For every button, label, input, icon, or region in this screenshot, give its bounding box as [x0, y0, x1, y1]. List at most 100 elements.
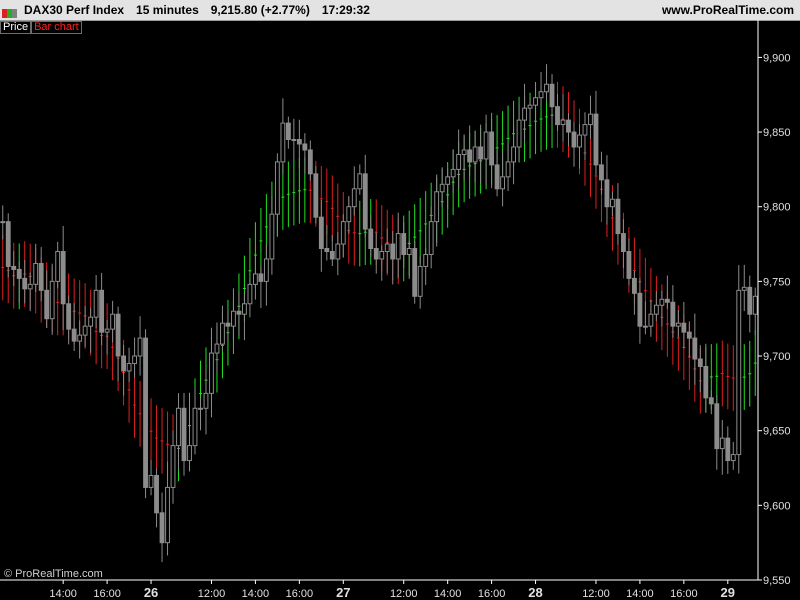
candle-body — [412, 248, 418, 297]
candle-body — [192, 407, 198, 447]
candle-body — [285, 122, 291, 141]
candle-body — [231, 310, 236, 327]
candle-body — [549, 83, 555, 108]
candle-body — [126, 362, 132, 372]
candle-body — [516, 119, 522, 148]
candle-body — [450, 168, 456, 178]
x-tick-label: 14:00 — [49, 588, 77, 600]
y-tick-label: 9,900 — [763, 52, 791, 64]
candle-body — [703, 365, 709, 399]
candle-body — [670, 301, 676, 327]
candle-body — [599, 164, 604, 181]
candle-body — [181, 407, 187, 462]
candle-body — [362, 173, 368, 230]
candle-body — [439, 183, 445, 193]
y-tick-label: 9,600 — [763, 500, 791, 512]
candle-body — [401, 233, 407, 255]
candle-body — [648, 313, 654, 327]
candle-body — [132, 355, 137, 364]
candle-body — [686, 331, 692, 339]
candle-body — [346, 206, 352, 223]
y-tick-label: 9,700 — [763, 351, 791, 363]
candle-body — [33, 262, 39, 285]
x-tick-label: 16:00 — [93, 588, 121, 600]
candle-body — [505, 161, 511, 178]
x-tick-label: 14:00 — [434, 588, 462, 600]
candle-body — [395, 233, 401, 260]
candle-body — [165, 486, 170, 544]
candle-body — [379, 251, 385, 260]
candle-body — [236, 310, 242, 315]
candle-body — [522, 107, 527, 121]
candle-body — [588, 113, 593, 126]
candle-body — [533, 97, 538, 106]
candle-body — [242, 303, 247, 315]
candle-body — [137, 337, 143, 357]
candle-body — [741, 286, 747, 291]
candle-body — [220, 322, 225, 345]
price-chart[interactable]: 9,550 9,600 9,650 9,700 9,750 9,800 9,850 9,900… — [0, 0, 800, 600]
candle-body — [384, 243, 390, 253]
candle-body — [428, 221, 434, 255]
candle-body — [318, 216, 324, 250]
y-tick-label: 9,750 — [763, 276, 791, 288]
candle-body — [104, 328, 110, 333]
candle-body — [176, 407, 181, 447]
y-tick-label: 9,800 — [763, 202, 791, 214]
x-tick-label: 27 — [336, 585, 350, 600]
candle-body — [610, 198, 615, 208]
candle-body — [0, 221, 6, 224]
candle-body — [571, 131, 577, 148]
x-tick-label: 16:00 — [478, 588, 506, 600]
y-tick-label: 9,850 — [763, 127, 791, 139]
candle-body — [291, 139, 297, 142]
candle-body — [566, 119, 571, 133]
candle-body — [203, 392, 209, 409]
candle-body — [307, 149, 313, 175]
candle-body — [263, 258, 269, 282]
candle-body — [730, 454, 736, 462]
candle-body — [121, 355, 127, 372]
candle-body — [159, 512, 165, 544]
candle-body — [719, 437, 725, 450]
candle-body — [478, 146, 484, 160]
candle-body — [187, 445, 192, 462]
candle-body — [313, 173, 319, 218]
candle-body — [714, 403, 720, 450]
candle-body — [500, 176, 506, 190]
x-tick-label: 16:00 — [670, 588, 698, 600]
candle-body — [697, 358, 703, 367]
candle-body — [340, 221, 346, 245]
candle-body — [373, 248, 379, 260]
candle-body — [604, 179, 610, 208]
candle-body — [390, 243, 396, 260]
candle-body — [258, 273, 264, 282]
candle-body — [115, 313, 121, 357]
candle-body — [423, 253, 429, 267]
candle-body — [22, 277, 28, 290]
candle-body — [631, 277, 637, 294]
x-tick-label: 14:00 — [626, 588, 654, 600]
candle-body — [209, 352, 214, 394]
candle-body — [461, 149, 467, 155]
candle-body — [93, 289, 99, 318]
x-tick-label: 28 — [528, 585, 542, 600]
candle-body — [675, 322, 681, 327]
candle-body — [110, 313, 116, 330]
copyright-text: © ProRealTime.com — [4, 568, 103, 580]
x-tick-label: 12:00 — [582, 588, 610, 600]
candle-body — [82, 325, 88, 336]
y-tick-label: 9,550 — [763, 575, 791, 587]
candle-body — [615, 198, 621, 235]
candle-body — [659, 298, 665, 306]
candle-body — [560, 119, 566, 126]
candle-body — [329, 251, 335, 260]
candle-body — [170, 445, 176, 488]
x-tick-label: 26 — [144, 585, 158, 600]
y-tick-label: 9,650 — [763, 426, 791, 438]
candle-body — [692, 337, 698, 360]
candle-body — [198, 407, 203, 410]
x-tick-label: 16:00 — [286, 588, 314, 600]
candle-body — [472, 146, 478, 163]
candle-body — [681, 322, 687, 333]
